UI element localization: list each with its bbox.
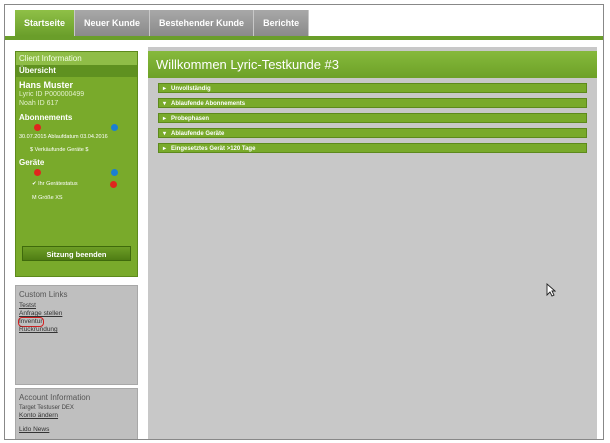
account-name: Target Testuser DEX — [19, 405, 74, 411]
main-content: Willkommen Lyric-Testkunde #3 ▸ Unvollstä… — [148, 47, 597, 439]
section-probephasen[interactable]: ▸ Probephasen — [158, 113, 587, 123]
chevron-icon: ▾ — [163, 131, 167, 137]
red-dot-icon — [34, 169, 41, 176]
section-label: Probephasen — [171, 116, 210, 122]
subscriptions-title: Abonnements — [19, 113, 73, 122]
link-testst[interactable]: Testst — [19, 302, 137, 310]
section-eingesetztes-geraet[interactable]: ▸ Eingesetztes Gerät >120 Tage — [158, 143, 587, 153]
tab-neuer-kunde[interactable]: Neuer Kunde — [75, 10, 151, 36]
tab-berichte[interactable]: Berichte — [254, 10, 310, 36]
mouse-pointer-icon — [546, 283, 556, 297]
account-edit-link[interactable]: Konto ändern — [19, 412, 137, 420]
section-label: Unvollständig — [171, 86, 211, 92]
subscription-status-row — [16, 122, 137, 134]
section-label: Ablaufende Abonnements — [171, 101, 246, 107]
section-unvollstaendig[interactable]: ▸ Unvollständig — [158, 83, 587, 93]
overview-title: Übersicht — [16, 65, 137, 77]
account-panel: Account Information Target Testuser DEX … — [15, 388, 138, 439]
device-legend: ✔ Ihr Gerätestatus — [32, 181, 78, 187]
tab-bestehender-kunde[interactable]: Bestehender Kunde — [150, 10, 255, 36]
tab-bar: Startseite Neuer Kunde Bestehender Kunde… — [15, 10, 310, 36]
sales-hearing: $ Verkäufunde Geräte $ — [30, 147, 89, 153]
section-ablaufende-abonnements[interactable]: ▾ Ablaufende Abonnements — [158, 98, 587, 108]
custom-links-panel: Custom Links Testst Anfrage stellen Inve… — [15, 285, 138, 385]
section-label: Eingesetztes Gerät >120 Tage — [171, 146, 256, 152]
section-ablaufende-geraete[interactable]: ▾ Ablaufende Geräte — [158, 128, 587, 138]
device-status-row — [16, 167, 137, 179]
chevron-icon: ▸ — [163, 146, 167, 152]
welcome-heading: Willkommen Lyric-Testkunde #3 — [148, 51, 597, 78]
section-list: ▸ Unvollständig ▾ Ablaufende Abonnements ▸… — [158, 83, 587, 158]
link-anfrage[interactable]: Anfrage stellen — [19, 310, 137, 318]
devices-title: Geräte — [19, 158, 45, 167]
lyric-id: Lyric ID P000000499 — [19, 91, 85, 98]
subscription-dates: 30.07.2015 Ablaufdatum 03.04.2016 — [19, 134, 108, 140]
link-inventur[interactable]: Inventur — [18, 317, 137, 327]
section-label: Ablaufende Geräte — [171, 131, 225, 137]
chevron-icon: ▸ — [163, 86, 167, 92]
news-link[interactable]: Lido News — [19, 426, 137, 434]
link-rueckrundung[interactable]: Rückrundung — [19, 326, 137, 334]
size-row: M Größe XS — [32, 195, 63, 201]
inventur-label: Inventur — [18, 317, 44, 327]
client-info-panel: Client Information Übersicht Hans Muster… — [15, 51, 138, 277]
red-dot-icon — [110, 181, 117, 188]
nav-underline — [5, 36, 603, 40]
blue-dot-icon — [111, 169, 118, 176]
customer-name: Hans Muster — [19, 80, 74, 90]
client-info-title: Client Information — [16, 52, 137, 65]
top-navigation: Startseite Neuer Kunde Bestehender Kunde… — [5, 5, 603, 40]
device-legend-row: ✔ Ihr Gerätestatus — [16, 179, 137, 191]
red-dot-icon — [34, 124, 41, 131]
noah-id: Noah ID 617 — [19, 100, 59, 107]
blue-dot-icon — [111, 124, 118, 131]
account-title: Account Information — [19, 393, 91, 402]
custom-links-title: Custom Links — [19, 290, 68, 299]
chevron-icon: ▸ — [163, 116, 167, 122]
chevron-icon: ▾ — [163, 101, 167, 107]
app-window: Startseite Neuer Kunde Bestehender Kunde… — [4, 4, 604, 440]
end-session-button[interactable]: Sitzung beenden — [22, 246, 131, 261]
tab-startseite[interactable]: Startseite — [15, 10, 76, 36]
sidebar: Client Information Übersicht Hans Muster… — [15, 45, 138, 439]
